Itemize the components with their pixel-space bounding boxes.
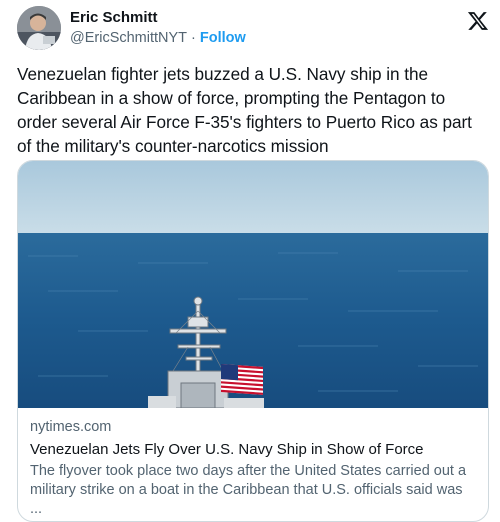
navy-ship-photo [18, 161, 488, 408]
author-handle[interactable]: @EricSchmittNYT [70, 30, 187, 46]
card-domain: nytimes.com [30, 419, 112, 435]
x-logo-icon[interactable] [467, 10, 489, 32]
us-flag [221, 364, 263, 395]
card-image[interactable] [18, 161, 488, 408]
tweet-header: Eric Schmitt @EricSchmittNYT · Follow [17, 6, 489, 52]
author-avatar[interactable] [17, 6, 61, 50]
author-handle-row: @EricSchmittNYT · Follow [70, 30, 246, 46]
card-description: The flyover took place two days after th… [30, 463, 467, 517]
author-name[interactable]: Eric Schmitt [70, 9, 158, 26]
tweet-text: Venezuelan fighter jets buzzed a U.S. Na… [17, 64, 472, 156]
separator-dot: · [191, 30, 196, 46]
follow-button[interactable]: Follow [200, 30, 246, 46]
card-title[interactable]: Venezuelan Jets Fly Over U.S. Navy Ship … [30, 441, 424, 458]
link-card[interactable]: nytimes.com Venezuelan Jets Fly Over U.S… [17, 160, 489, 522]
